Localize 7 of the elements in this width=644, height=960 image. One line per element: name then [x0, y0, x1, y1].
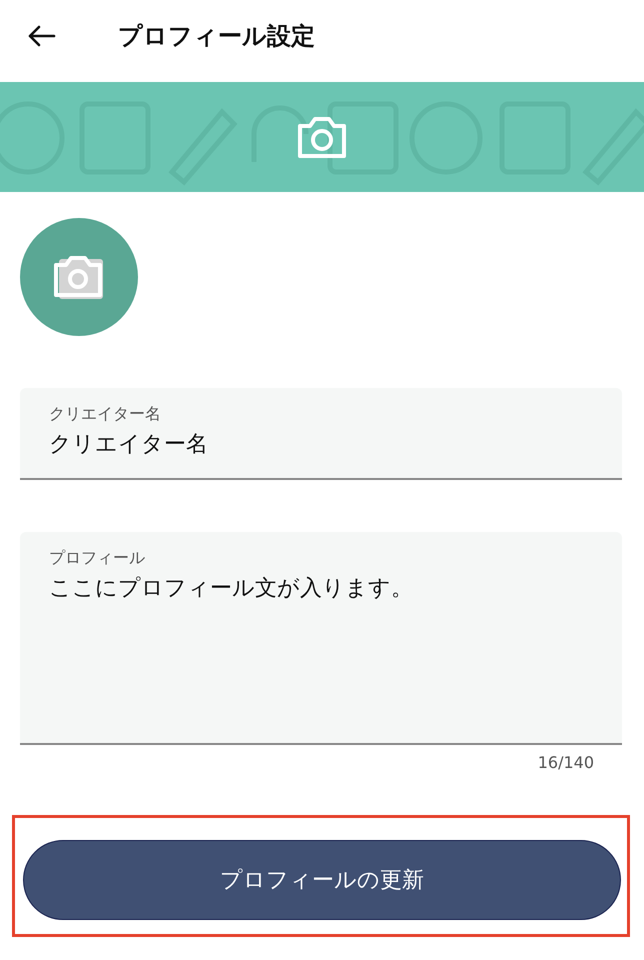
- back-arrow-icon[interactable]: [26, 24, 56, 48]
- update-profile-button[interactable]: プロフィールの更新: [23, 840, 621, 920]
- name-input-field[interactable]: クリエイター名 クリエイター名: [20, 388, 622, 480]
- page-title: プロフィール設定: [118, 21, 315, 52]
- camera-icon[interactable]: [296, 114, 348, 160]
- profile-textarea[interactable]: プロフィール ここにプロフィール文が入ります。: [20, 532, 622, 745]
- character-counter: 16/140: [538, 753, 594, 774]
